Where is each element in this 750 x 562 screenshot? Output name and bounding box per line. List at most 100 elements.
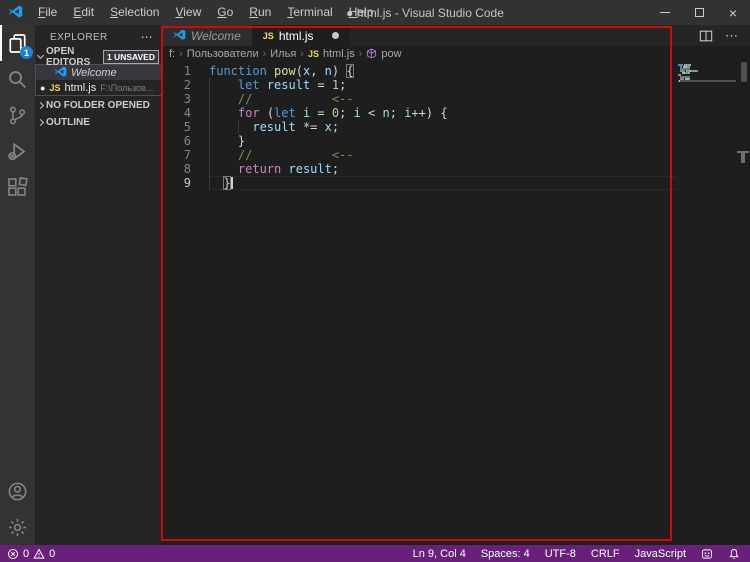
line-number: 2 <box>183 78 191 92</box>
section-open-editors[interactable]: OPEN EDITORS 1 UNSAVED <box>35 46 162 68</box>
indentation-status[interactable]: Spaces: 4 <box>481 548 530 560</box>
code-token: let <box>237 78 260 92</box>
code-token: ; <box>331 162 340 176</box>
symbol-method-icon <box>366 48 377 60</box>
code-token: < <box>360 106 383 120</box>
menu-view[interactable]: View <box>167 0 209 25</box>
feedback-smiley-icon[interactable] <box>701 548 713 560</box>
outline-label: OUTLINE <box>46 117 90 128</box>
indent-guide <box>209 134 210 148</box>
line-number: 4 <box>183 106 191 120</box>
code-token: i <box>353 106 361 120</box>
breadcrumb-symbol[interactable]: pow <box>381 48 401 60</box>
activitybar-source-control[interactable] <box>0 97 35 133</box>
code-token: for <box>237 106 260 120</box>
sidebar-explorer: EXPLORER ⋯ OPEN EDITORS 1 UNSAVED Welcom… <box>35 25 162 545</box>
open-editor-welcome[interactable]: Welcome <box>36 65 161 80</box>
activitybar-account[interactable] <box>0 473 35 509</box>
open-editor-path: F:\Пользов... <box>100 82 154 93</box>
menu-file[interactable]: File <box>30 0 65 25</box>
code-lines[interactable]: 1 function pow(x, n) {2 let result = 1; 3 … <box>162 62 676 545</box>
breadcrumb-folder[interactable]: Пользователи <box>187 48 259 60</box>
gear-icon <box>8 518 27 536</box>
error-icon <box>8 548 18 559</box>
eol-status[interactable]: CRLF <box>591 548 620 560</box>
code-token: ( <box>259 106 275 120</box>
code-token: *= <box>295 120 325 134</box>
breadcrumb-drive[interactable]: f: <box>169 48 175 60</box>
minimap-content[interactable] <box>678 64 736 82</box>
sidebar-title: EXPLORER <box>50 31 108 43</box>
code-token: { <box>346 64 354 78</box>
activitybar-settings[interactable] <box>0 509 35 545</box>
code-token: // <-- <box>237 148 354 162</box>
overview-ruler-mark <box>741 153 745 163</box>
tab-label: html.js <box>278 28 314 43</box>
account-icon <box>8 482 27 500</box>
code-line[interactable]: 7 // <-- <box>162 148 676 162</box>
tab-htmljs[interactable]: JS html.js <box>251 25 351 46</box>
title-bar: File Edit Selection View Go Run Terminal… <box>0 0 750 25</box>
menu-go[interactable]: Go <box>209 0 241 25</box>
activitybar-search[interactable] <box>0 61 35 97</box>
code-line[interactable]: 5 result *= x; <box>162 120 676 134</box>
code-token: x <box>324 120 332 134</box>
activitybar-explorer[interactable]: 1 <box>0 25 35 61</box>
menu-terminal[interactable]: Terminal <box>279 0 340 25</box>
chevron-right-icon <box>36 118 45 127</box>
vscode-window: File Edit Selection View Go Run Terminal… <box>0 0 750 562</box>
code-line[interactable]: 8 return result; <box>162 162 676 176</box>
minimize-button[interactable] <box>648 0 682 25</box>
close-button[interactable]: × <box>716 0 750 25</box>
menu-edit[interactable]: Edit <box>65 0 102 25</box>
unsaved-badge: 1 UNSAVED <box>102 49 159 64</box>
code-token: ; <box>339 78 347 92</box>
problems-status[interactable]: 0 0 <box>7 548 55 560</box>
bell-icon[interactable] <box>728 548 740 560</box>
code-line[interactable]: 3 // <-- <box>162 92 676 106</box>
code-line[interactable]: 6 } <box>162 134 676 148</box>
chevron-down-icon <box>36 51 45 60</box>
section-no-folder-opened[interactable]: NO FOLDER OPENED <box>35 98 162 113</box>
code-line[interactable]: 4 for (let i = 0; i < n; i++) { <box>162 106 676 120</box>
activitybar-run-debug[interactable] <box>0 133 35 169</box>
breadcrumb-folder[interactable]: Илья <box>270 48 296 60</box>
menu-selection[interactable]: Selection <box>102 0 167 25</box>
text-cursor <box>230 177 233 189</box>
scrollbar-thumb[interactable] <box>741 62 747 82</box>
language-mode-status[interactable]: JavaScript <box>635 548 686 560</box>
source-control-icon <box>9 106 26 124</box>
more-actions-icon[interactable]: ⋯ <box>725 28 739 44</box>
cursor-position-status[interactable]: Ln 9, Col 4 <box>413 548 466 560</box>
menu-run[interactable]: Run <box>241 0 279 25</box>
split-editor-icon[interactable] <box>699 29 713 43</box>
section-outline[interactable]: OUTLINE <box>35 115 162 130</box>
code-token: n <box>382 106 390 120</box>
chevron-separator: › <box>262 48 267 60</box>
code-line[interactable]: 2 let result = 1; <box>162 78 676 92</box>
sidebar-more-actions-icon[interactable]: ⋯ <box>141 30 162 44</box>
line-number: 6 <box>183 134 191 148</box>
indent-guide <box>209 162 210 176</box>
activitybar-extensions[interactable] <box>0 169 35 205</box>
tab-welcome[interactable]: Welcome <box>162 25 252 46</box>
code-token: = <box>310 78 332 92</box>
status-bar: 0 0 Ln 9, Col 4 Spaces: 4 UTF-8 CRLF Jav… <box>0 545 750 562</box>
window-title: ● html.js - Visual Studio Code <box>346 6 504 20</box>
indent-guide <box>209 120 210 134</box>
code-line[interactable]: 9 } <box>162 176 676 190</box>
javascript-file-icon: JS <box>307 49 319 59</box>
encoding-status[interactable]: UTF-8 <box>545 548 576 560</box>
open-editor-htmljs[interactable]: ● JS html.js F:\Пользов... <box>36 80 161 95</box>
code-line[interactable]: 1 function pow(x, n) { <box>162 64 676 78</box>
modified-dot-icon[interactable] <box>332 32 340 39</box>
maximize-button[interactable] <box>682 0 716 25</box>
code-line-text: for (let i = 0; i < n; i++) { <box>209 106 676 120</box>
code-line-text: return result; <box>209 162 676 176</box>
breadcrumb-file[interactable]: html.js <box>323 48 355 60</box>
